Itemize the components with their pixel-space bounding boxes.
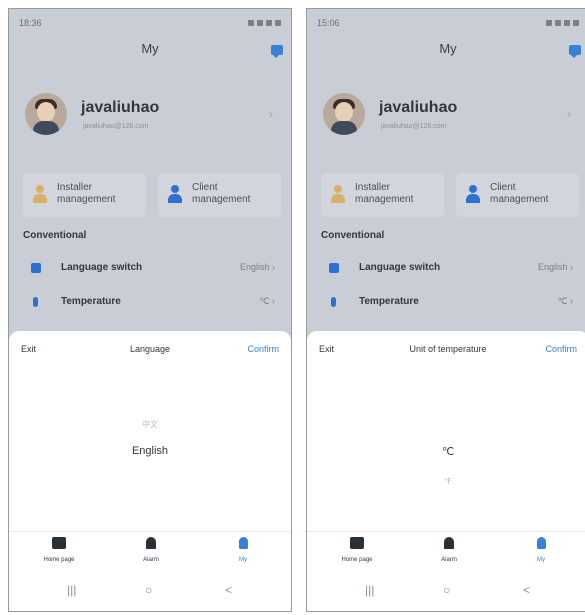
- nav-label: My: [537, 557, 545, 563]
- profile-row[interactable]: javaliuhao javaliuhao@126.com ›: [321, 93, 579, 143]
- row-value: ℃ ›: [259, 296, 275, 306]
- picker-option[interactable]: 中文: [9, 419, 291, 430]
- page-title: My: [141, 41, 159, 56]
- nav-my[interactable]: My: [511, 536, 571, 563]
- back-button[interactable]: <: [225, 583, 232, 597]
- message-icon[interactable]: [271, 45, 283, 58]
- row-value: ℃ ›: [557, 296, 573, 306]
- email: javaliuhao@126.com: [381, 123, 447, 130]
- section-title: Conventional: [321, 230, 385, 241]
- chart-icon: [52, 537, 66, 549]
- row-value: English ›: [239, 262, 275, 272]
- nav-alarm[interactable]: Alarm: [121, 536, 181, 563]
- phone-screen-temperature-unit: 15:06 My javaliuhao javaliuhao@126.com ›…: [306, 8, 585, 612]
- language-switch-row[interactable]: Language switch English ›: [23, 260, 281, 278]
- avatar: [25, 93, 67, 135]
- language-switch-row[interactable]: Language switch English ›: [321, 260, 579, 278]
- sheet-title: Unit of temperature: [409, 344, 487, 354]
- thermometer-icon: [33, 297, 38, 307]
- row-label: Language switch: [359, 262, 441, 273]
- nav-home[interactable]: Home page: [327, 536, 387, 563]
- status-time: 18:36: [19, 18, 42, 28]
- system-nav-bar: ||| ○ <: [307, 583, 585, 603]
- app-background-dimmed: 18:36 My javaliuhao javaliuhao@126.com ›…: [9, 9, 291, 339]
- confirm-button[interactable]: Confirm: [545, 344, 577, 354]
- username: javaliuhao: [379, 99, 458, 116]
- row-label: Temperature: [359, 296, 419, 307]
- username: javaliuhao: [81, 99, 160, 116]
- row-label: Language switch: [61, 262, 143, 273]
- confirm-button[interactable]: Confirm: [247, 344, 279, 354]
- section-title: Conventional: [23, 230, 87, 241]
- back-button[interactable]: <: [523, 583, 530, 597]
- nav-my[interactable]: My: [213, 536, 273, 563]
- email: javaliuhao@126.com: [83, 123, 149, 130]
- nav-label: Alarm: [143, 557, 159, 563]
- installer-icon: [33, 185, 47, 203]
- screenshot-stage: 18:36 My javaliuhao javaliuhao@126.com ›…: [0, 0, 585, 615]
- nav-label: Home page: [341, 557, 373, 563]
- app-background-dimmed: 15:06 My javaliuhao javaliuhao@126.com ›…: [307, 9, 585, 339]
- card-label: Client management: [192, 182, 251, 205]
- language-icon: [329, 263, 339, 273]
- client-management-card[interactable]: Client management: [456, 173, 579, 217]
- status-time: 15:06: [317, 18, 340, 28]
- avatar: [323, 93, 365, 135]
- picker-option-selected[interactable]: ℃: [307, 445, 585, 458]
- person-icon: [536, 537, 546, 549]
- card-label: Installer management: [355, 182, 414, 205]
- nav-alarm[interactable]: Alarm: [419, 536, 479, 563]
- installer-management-card[interactable]: Installer management: [23, 173, 146, 217]
- nav-home[interactable]: Home page: [29, 536, 89, 563]
- client-management-card[interactable]: Client management: [158, 173, 281, 217]
- row-label: Temperature: [61, 296, 121, 307]
- client-icon: [168, 185, 182, 203]
- client-icon: [466, 185, 480, 203]
- card-label: Client management: [490, 182, 549, 205]
- profile-row[interactable]: javaliuhao javaliuhao@126.com ›: [23, 93, 281, 143]
- card-label: Installer management: [57, 182, 116, 205]
- picker-option[interactable]: ℉: [307, 477, 585, 486]
- sheet-header: Exit Language Confirm: [19, 344, 281, 358]
- status-bar: 15:06: [317, 17, 579, 29]
- bottom-nav: Home page Alarm My: [9, 531, 291, 567]
- recents-button[interactable]: |||: [67, 583, 76, 597]
- home-button[interactable]: ○: [443, 583, 450, 597]
- system-nav-bar: ||| ○ <: [9, 583, 291, 603]
- sheet-header: Exit Unit of temperature Confirm: [317, 344, 579, 358]
- thermometer-icon: [331, 297, 336, 307]
- nav-label: Home page: [43, 557, 75, 563]
- row-value: English ›: [537, 262, 573, 272]
- management-cards: Installer management Client management: [321, 173, 579, 217]
- message-icon[interactable]: [569, 45, 581, 58]
- installer-icon: [331, 185, 345, 203]
- status-icons: [546, 20, 579, 26]
- language-icon: [31, 263, 41, 273]
- sheet-title: Language: [129, 344, 171, 354]
- management-cards: Installer management Client management: [23, 173, 281, 217]
- bottom-nav: Home page Alarm My: [307, 531, 585, 567]
- person-icon: [238, 537, 248, 549]
- chart-icon: [350, 537, 364, 549]
- chevron-right-icon: ›: [567, 107, 571, 121]
- phone-screen-language: 18:36 My javaliuhao javaliuhao@126.com ›…: [8, 8, 292, 612]
- nav-label: Alarm: [441, 557, 457, 563]
- installer-management-card[interactable]: Installer management: [321, 173, 444, 217]
- language-picker-sheet: Exit Language Confirm 中文 English: [9, 331, 291, 611]
- status-icons: [248, 20, 281, 26]
- alarm-icon: [444, 537, 454, 549]
- status-bar: 18:36: [19, 17, 281, 29]
- temperature-row[interactable]: Temperature ℃ ›: [321, 294, 579, 312]
- recents-button[interactable]: |||: [365, 583, 374, 597]
- temperature-row[interactable]: Temperature ℃ ›: [23, 294, 281, 312]
- home-button[interactable]: ○: [145, 583, 152, 597]
- page-title: My: [439, 41, 457, 56]
- temperature-unit-picker-sheet: Exit Unit of temperature Confirm ℃ ℉: [307, 331, 585, 611]
- nav-label: My: [239, 557, 247, 563]
- chevron-right-icon: ›: [269, 107, 273, 121]
- alarm-icon: [146, 537, 156, 549]
- picker-option-selected[interactable]: English: [9, 445, 291, 457]
